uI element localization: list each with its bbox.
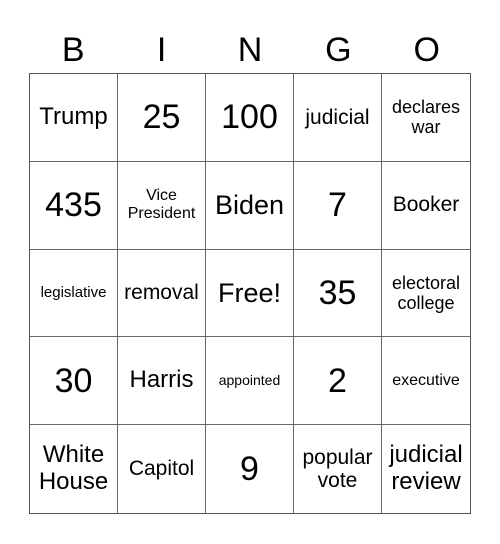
bingo-cell-text: legislative — [40, 283, 107, 301]
header-letter-b: B — [61, 31, 85, 69]
bingo-cell-text: judicial — [305, 105, 370, 129]
bingo-cell-text: declares war — [391, 97, 461, 138]
header-letter-n: N — [237, 31, 263, 69]
bingo-cell[interactable]: 100 — [206, 74, 294, 162]
bingo-cell-text: Biden — [214, 190, 285, 221]
bingo-cell[interactable]: 30 — [30, 337, 118, 426]
bingo-cell[interactable]: executive — [382, 337, 470, 426]
bingo-cell[interactable]: 25 — [118, 74, 206, 162]
bingo-cell-text: popular vote — [302, 445, 373, 493]
bingo-cell[interactable]: legislative — [30, 249, 118, 338]
bingo-cell[interactable]: removal — [118, 249, 206, 338]
bingo-cell-text: Vice President — [127, 187, 196, 223]
bingo-cell[interactable]: Vice President — [118, 161, 206, 250]
bingo-cell[interactable]: Harris — [118, 337, 206, 426]
bingo-cell-text: appointed — [218, 371, 281, 388]
bingo-cell-text: removal — [124, 281, 199, 305]
header-letter-g: G — [325, 31, 352, 69]
bingo-cell[interactable]: Biden — [206, 161, 294, 250]
bingo-cell[interactable]: White House — [30, 425, 118, 513]
bingo-cell-text: electoral college — [391, 272, 461, 313]
bingo-grid: Trump 25 100 judicial declares war 435 Vice Pr… — [29, 73, 471, 514]
bingo-cell-text: judicial review — [389, 441, 463, 496]
bingo-cell-text: 35 — [318, 273, 357, 312]
bingo-header: B I N G O — [29, 30, 471, 70]
bingo-cell[interactable]: Capitol — [118, 425, 206, 513]
bingo-cell[interactable]: Trump — [30, 74, 118, 162]
bingo-cell-text: executive — [392, 371, 460, 389]
bingo-cell-text: 2 — [328, 361, 347, 400]
bingo-cell-text: 7 — [328, 186, 347, 225]
bingo-cell[interactable]: popular vote — [294, 425, 382, 513]
free-space-cell[interactable]: Free! — [206, 249, 294, 338]
bingo-cell-text: Capitol — [128, 457, 195, 481]
bingo-cell[interactable]: 7 — [294, 161, 382, 250]
bingo-cell-text: White House — [38, 441, 109, 496]
bingo-cell[interactable]: 9 — [206, 425, 294, 513]
bingo-cell[interactable]: judicial review — [382, 425, 470, 513]
bingo-cell-text: Booker — [392, 193, 460, 217]
bingo-cell-text: 9 — [240, 450, 259, 489]
bingo-cell-text: 435 — [45, 186, 102, 225]
bingo-cell-text: Harris — [129, 366, 194, 394]
bingo-cell-text: Free! — [217, 277, 282, 308]
header-letter-o: O — [413, 31, 440, 69]
bingo-cell-text: Trump — [39, 102, 108, 130]
bingo-cell-text: 30 — [54, 361, 93, 400]
bingo-cell[interactable]: 35 — [294, 249, 382, 338]
bingo-cell[interactable]: 2 — [294, 337, 382, 426]
bingo-cell[interactable]: declares war — [382, 74, 470, 162]
bingo-cell[interactable]: electoral college — [382, 250, 470, 338]
bingo-cell[interactable]: judicial — [294, 74, 382, 162]
header-letter-i: I — [156, 31, 167, 69]
bingo-cell[interactable]: Booker — [382, 162, 470, 250]
bingo-cell[interactable]: 435 — [30, 161, 118, 250]
bingo-cell[interactable]: appointed — [206, 337, 294, 426]
bingo-cell-text: 100 — [221, 98, 278, 137]
bingo-cell-text: 25 — [142, 98, 181, 137]
